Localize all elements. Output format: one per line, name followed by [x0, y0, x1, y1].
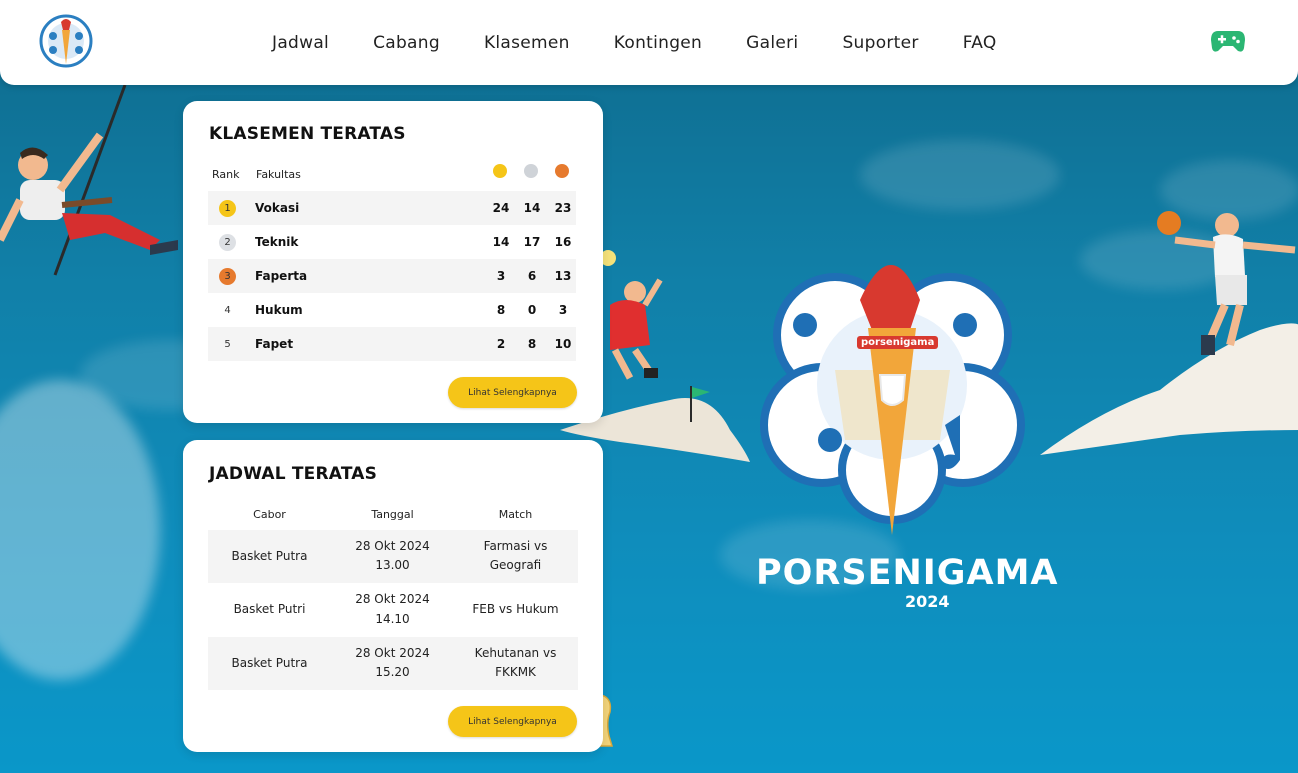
faculty-name: Teknik: [255, 235, 299, 249]
silver-medal-icon: [524, 164, 538, 178]
match-teams: Kehutanan vs: [474, 646, 557, 660]
standings-more-button[interactable]: Lihat Selengkapnya: [448, 377, 577, 408]
bronze-medal-icon: [555, 164, 569, 178]
bronze-count: 3: [558, 303, 568, 317]
rank-header: Rank: [212, 168, 240, 181]
sport-name: Basket Putra: [231, 549, 308, 563]
match-header: Match: [498, 508, 533, 521]
match-time: 13.00: [375, 558, 410, 572]
gold-count: 2: [496, 337, 506, 351]
bronze-count: 13: [554, 269, 572, 283]
faculty-header: Fakultas: [256, 168, 301, 181]
climber-illustration: [0, 85, 178, 276]
gold-medal-icon: [493, 164, 507, 178]
bronze-count: 16: [554, 235, 572, 249]
nav-link-jadwal[interactable]: Jadwal: [272, 33, 329, 53]
silver-count: 17: [523, 235, 541, 249]
standings-title: KLASEMEN TERATAS: [209, 124, 406, 144]
nav-link-suporter[interactable]: Suporter: [842, 33, 918, 53]
match-teams: FEB vs Hukum: [472, 602, 559, 616]
nav-link-cabang[interactable]: Cabang: [373, 33, 440, 53]
match-time: 14.10: [375, 612, 410, 626]
gold-count: 3: [496, 269, 506, 283]
faculty-name: Fapet: [255, 337, 294, 351]
volleyball-illustration: [600, 250, 663, 380]
match-teams: Geografi: [489, 558, 542, 572]
sport-name: Basket Putra: [231, 656, 308, 670]
bronze-count: 10: [554, 337, 572, 351]
schedule-more-button[interactable]: Lihat Selengkapnya: [448, 706, 577, 737]
rank-number: 4: [224, 305, 231, 316]
nav-link-faq[interactable]: FAQ: [963, 33, 997, 53]
rank-number: 5: [224, 339, 231, 350]
date-header: Tanggal: [371, 508, 414, 521]
schedule-row[interactable]: Basket Putri 28 Okt 2024 14.10 FEB vs Hu…: [208, 583, 578, 637]
silver-count: 6: [527, 269, 537, 283]
hero-year: 2024: [905, 592, 950, 611]
schedule-title: JADWAL TERATAS: [209, 464, 378, 484]
standings-row[interactable]: 1 Vokasi 24 14 23: [208, 191, 576, 225]
standings-row[interactable]: 5 Fapet 2 8 10: [208, 327, 576, 361]
porsenigama-logo[interactable]: [39, 14, 93, 68]
standings-row[interactable]: 4 Hukum 8 0 3: [208, 293, 576, 327]
standings-row[interactable]: 2 Teknik 14 17 16: [208, 225, 576, 259]
schedule-row[interactable]: Basket Putra 28 Okt 2024 15.20 Kehutanan…: [208, 637, 578, 690]
flag-illustration: [690, 386, 710, 422]
gamepad-icon[interactable]: [1210, 28, 1246, 54]
match-teams: Farmasi vs: [483, 539, 548, 553]
faculty-name: Hukum: [255, 303, 303, 317]
bronze-count: 23: [554, 201, 572, 215]
cloud-decoration: [0, 380, 160, 680]
hero-title: PORSENIGAMA: [756, 553, 1059, 593]
rank-badge-bronze: 3: [219, 268, 236, 285]
cloud-decoration: [860, 140, 1060, 210]
rank-badge-gold: 1: [219, 200, 236, 217]
schedule-row[interactable]: Basket Putra 28 Okt 2024 13.00 Farmasi v…: [208, 530, 578, 583]
sport-name: Basket Putri: [233, 602, 306, 616]
gold-count: 8: [496, 303, 506, 317]
silver-count: 8: [527, 337, 537, 351]
match-teams: FKKMK: [495, 665, 536, 679]
faculty-name: Faperta: [255, 269, 308, 283]
rank-badge-silver: 2: [219, 234, 236, 251]
silver-count: 14: [523, 201, 541, 215]
nav-menu: Jadwal Cabang Klasemen Kontingen Galeri …: [250, 0, 1019, 85]
basketball-illustration: [1157, 211, 1296, 355]
standings-header: Rank Fakultas: [209, 164, 577, 182]
match-date: 28 Okt 2024: [355, 539, 430, 553]
match-date: 28 Okt 2024: [355, 592, 430, 606]
faculty-name: Vokasi: [255, 201, 300, 215]
gold-count: 24: [492, 201, 510, 215]
nav-link-kontingen[interactable]: Kontingen: [614, 33, 702, 53]
silver-count: 0: [527, 303, 537, 317]
match-date: 28 Okt 2024: [355, 646, 430, 660]
nav-link-galeri[interactable]: Galeri: [746, 33, 798, 53]
standings-row[interactable]: 3 Faperta 3 6 13: [208, 259, 576, 293]
sport-header: Cabor: [253, 508, 286, 521]
gold-count: 14: [492, 235, 510, 249]
navbar: Jadwal Cabang Klasemen Kontingen Galeri …: [0, 0, 1298, 85]
nav-link-klasemen[interactable]: Klasemen: [484, 33, 570, 53]
hero-badge: porsenigama: [857, 336, 939, 349]
porsenigama-hero-logo: [760, 265, 1025, 535]
match-time: 15.20: [375, 665, 410, 679]
